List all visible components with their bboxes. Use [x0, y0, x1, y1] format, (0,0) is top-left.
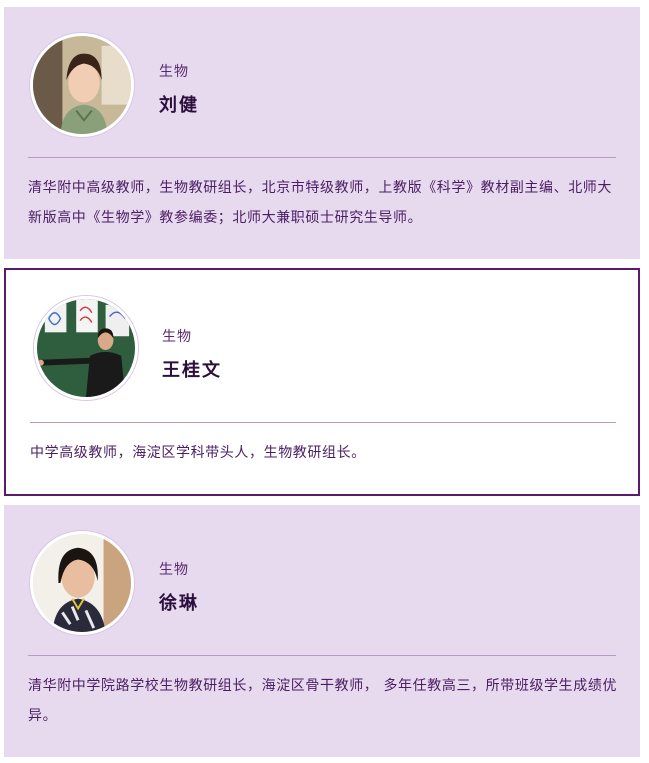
- teacher-subject: 生物: [159, 562, 189, 578]
- teacher-photo-avatar: [30, 531, 134, 635]
- teacher-subject: 生物: [159, 64, 189, 80]
- teacher-bio: 清华附中学院路学校生物教研组长，海淀区骨干教师， 多年任教高三，所带班级学生成绩…: [28, 678, 618, 724]
- divider: [28, 157, 616, 158]
- teacher-bio: 清华附中高级教师，生物教研组长，北京市特级教师，上教版《科学》教材副主编、北师大…: [28, 180, 612, 226]
- teacher-card-2: 生物 王桂文 中学高级教师，海淀区学科带头人，生物教研组长。: [4, 268, 640, 496]
- teacher-name: 徐琳: [159, 593, 199, 614]
- teacher-name: 刘健: [159, 95, 199, 116]
- teacher-photo-avatar: [34, 296, 138, 400]
- teacher-name: 王桂文: [162, 360, 222, 381]
- teacher-card-1: 生物 刘健 清华附中高级教师，生物教研组长，北京市特级教师，上教版《科学》教材副…: [4, 7, 640, 259]
- teacher-bio: 中学高级教师，海淀区学科带头人，生物教研组长。: [30, 445, 366, 461]
- teacher-photo-avatar: [30, 33, 134, 137]
- teacher-card-3: 生物 徐琳 清华附中学院路学校生物教研组长，海淀区骨干教师， 多年任教高三，所带…: [4, 505, 640, 757]
- teacher-subject: 生物: [162, 329, 192, 345]
- divider: [30, 422, 616, 423]
- divider: [28, 655, 616, 656]
